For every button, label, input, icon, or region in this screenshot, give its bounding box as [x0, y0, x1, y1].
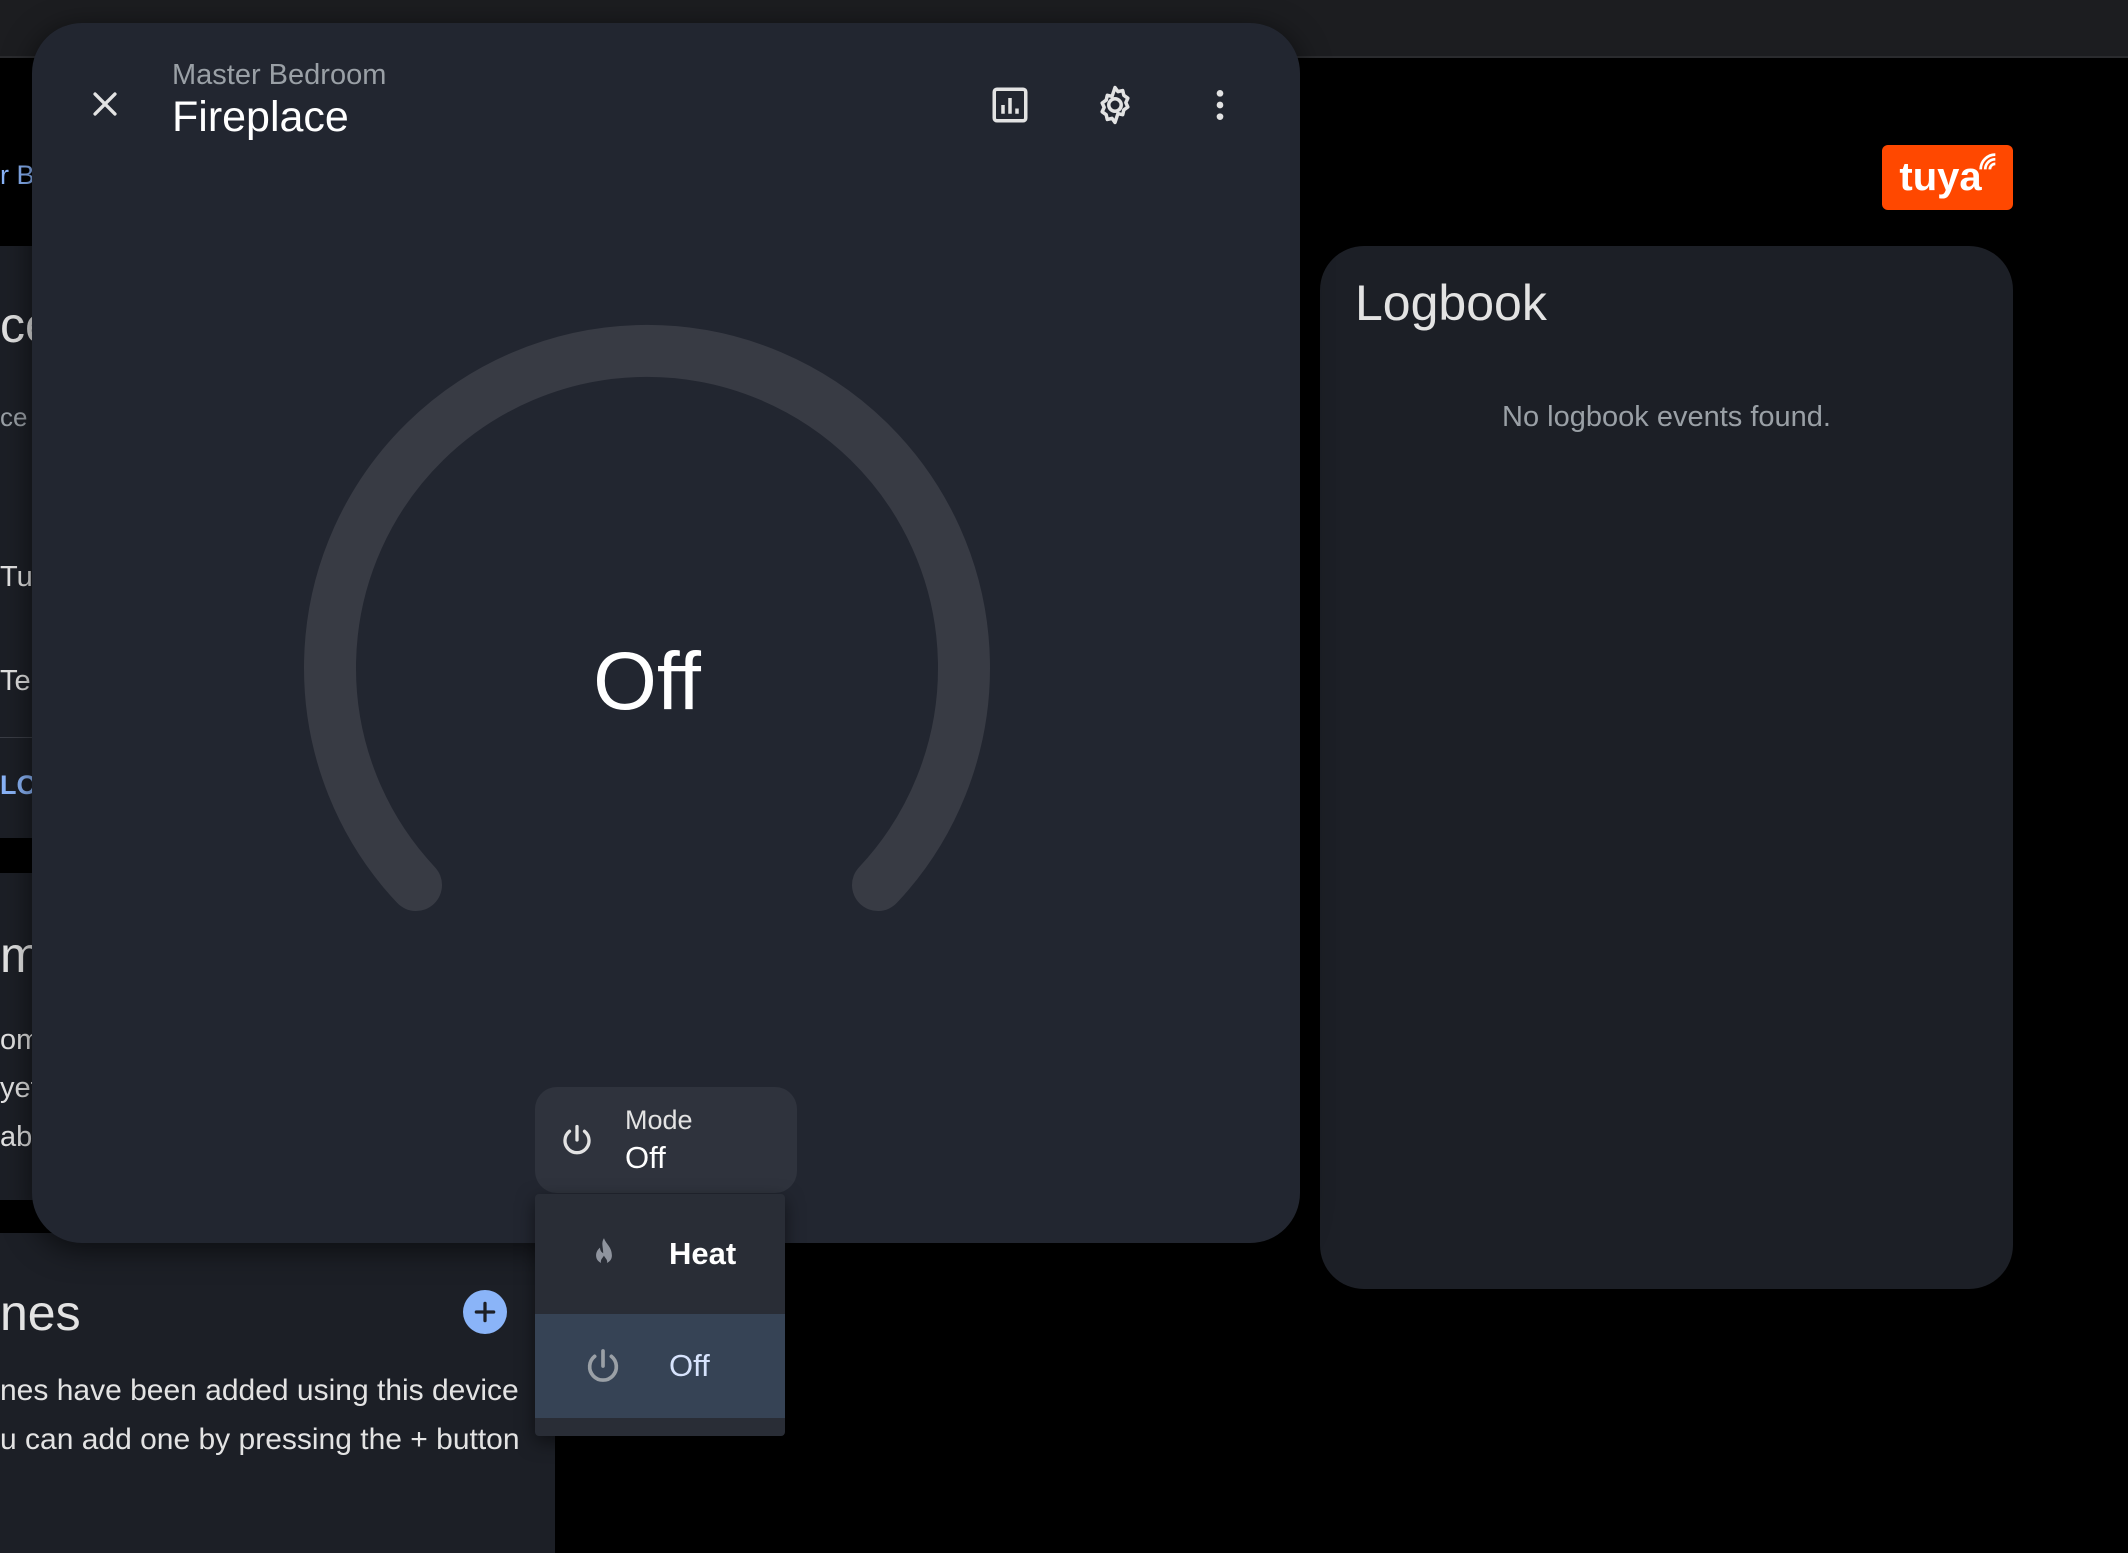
bg-card-text-fragment: yet	[0, 1072, 32, 1104]
mode-option-label: Off	[669, 1348, 710, 1383]
logbook-title: Logbook	[1355, 275, 1547, 331]
mode-option-heat[interactable]: Heat	[535, 1194, 785, 1314]
mode-control[interactable]: Mode Off	[535, 1087, 797, 1193]
bg-device-name-fragment: r B	[0, 160, 32, 190]
logbook-card: Logbook No logbook events found.	[1320, 246, 2013, 1289]
chart-box-icon	[992, 87, 1028, 123]
scenes-empty-text-line1: nes have been added using this device	[0, 1374, 519, 1407]
mode-option-off[interactable]: Off	[535, 1314, 785, 1418]
mode-value: Off	[625, 1139, 666, 1175]
gauge-track	[304, 324, 990, 911]
device-dialog: Master Bedroom Fireplace Off Mode Off	[32, 23, 1300, 1243]
tuya-logo: tuya	[1882, 145, 2013, 210]
mode-menu: Heat Off	[535, 1194, 785, 1436]
scenes-card: nes nes have been added using this devic…	[0, 1233, 555, 1553]
dialog-subtitle: Master Bedroom	[172, 59, 387, 91]
bg-card-subtitle-fragment: ce (	[0, 402, 32, 432]
logbook-empty-text: No logbook events found.	[1502, 401, 1831, 433]
dots-vertical-icon	[1216, 90, 1224, 120]
power-icon	[563, 1124, 591, 1155]
bg-link-fragment[interactable]: LO	[0, 770, 32, 801]
wifi-signal-icon	[1979, 153, 1996, 170]
history-button[interactable]	[982, 77, 1038, 133]
mode-option-label: Heat	[669, 1236, 737, 1271]
scenes-empty-text-line2: u can add one by pressing the + button	[0, 1423, 520, 1456]
plus-icon	[474, 1301, 496, 1323]
scenes-card-title: nes	[0, 1285, 81, 1341]
add-scene-button[interactable]	[463, 1290, 507, 1334]
tuya-logo-text: tuya	[1899, 155, 1982, 199]
gauge-state-text: Off	[593, 636, 701, 727]
power-icon	[587, 1349, 619, 1382]
bg-divider	[0, 737, 32, 738]
bg-card-text-fragment: abo	[0, 1121, 32, 1153]
bg-row-fragment: Te	[0, 665, 31, 697]
dialog-title: Fireplace	[172, 93, 349, 141]
bg-row-fragment: Tu	[0, 561, 32, 593]
bg-card-title-fragment: ce	[0, 297, 32, 353]
bg-card-text-fragment: om	[0, 1024, 32, 1056]
close-icon	[93, 92, 117, 116]
mode-label: Mode	[625, 1104, 693, 1135]
fire-icon	[596, 1238, 612, 1265]
more-options-button[interactable]	[1192, 77, 1248, 133]
bg-card-title-fragment: m	[0, 927, 32, 983]
settings-button[interactable]	[1087, 77, 1143, 133]
gear-icon	[1100, 85, 1130, 125]
close-button[interactable]	[77, 76, 133, 132]
